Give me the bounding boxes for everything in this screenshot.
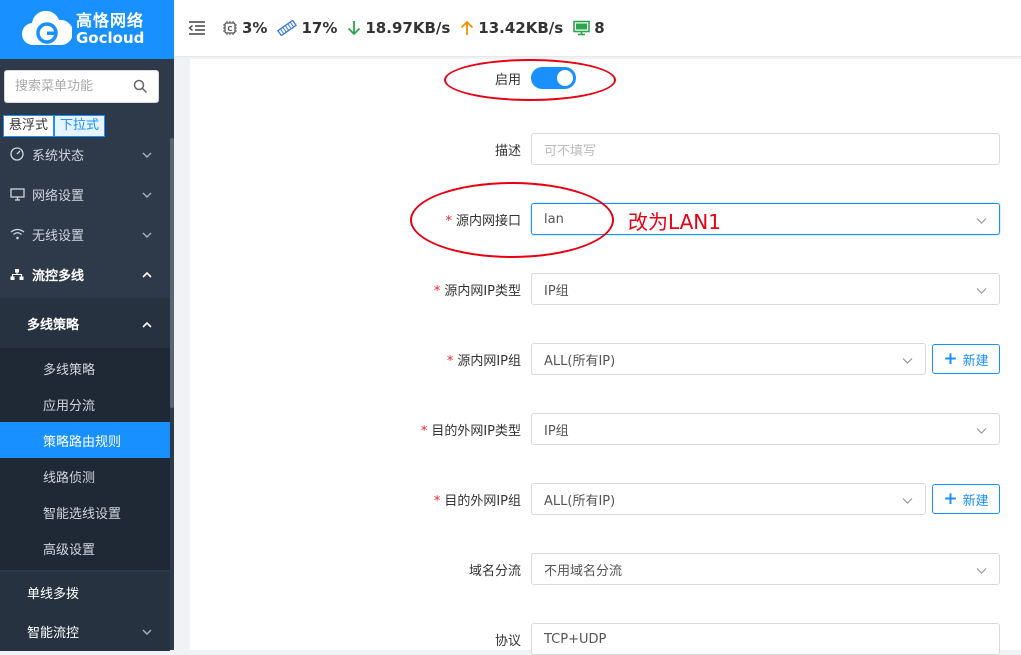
device-count: 8: [594, 19, 605, 37]
top-status-bar: C 3% 17% 18.97KB/s 13.42KB/s 8: [174, 0, 1021, 57]
domain-split-label: 域名分流: [468, 563, 521, 579]
sidebar-item-smart-flow[interactable]: 智能流控: [0, 611, 170, 651]
description-label: 描述: [494, 143, 521, 159]
source-ip-type-label: * 源内网IP类型: [433, 283, 521, 299]
devices-stat: 8: [573, 19, 605, 37]
cpu-stat: C 3%: [222, 19, 267, 37]
chevron-down-icon: [142, 148, 152, 163]
menu-search-box[interactable]: [4, 70, 159, 103]
source-ip-type-select[interactable]: IP组: [531, 273, 1000, 305]
chevron-down-icon: [902, 494, 913, 509]
dest-ip-type-select[interactable]: IP组: [531, 413, 1000, 445]
source-ip-group-label: * 源内网IP组: [446, 353, 521, 369]
brand-logo[interactable]: 高恪网络 Gocloud: [0, 0, 174, 59]
sidebar-item-label: 网络设置: [32, 188, 85, 204]
description-input[interactable]: 可不填写: [531, 133, 1000, 165]
sidebar-subitem-smart-line-select[interactable]: 智能选线设置: [0, 494, 170, 530]
dest-ip-group-label: * 目的外网IP组: [433, 493, 521, 509]
chevron-down-icon: [142, 188, 152, 203]
sidebar-item-flow-control[interactable]: 流控多线: [0, 254, 170, 294]
cpu-icon: C: [223, 21, 237, 35]
network-icon: [2, 268, 32, 281]
dest-ip-type-label: * 目的外网IP类型: [420, 423, 521, 439]
sidebar-subitem-multiline-policy[interactable]: 多线策略: [0, 350, 170, 386]
sidebar-item-system-status[interactable]: 系统状态: [0, 134, 170, 174]
form-row-domain-split: 域名分流 不用域名分流: [190, 553, 1021, 585]
new-dest-ip-group-button[interactable]: + 新建: [932, 484, 1000, 514]
sidebar-item-network-settings[interactable]: 网络设置: [0, 174, 170, 214]
memory-value: 17%: [301, 19, 338, 37]
chevron-up-icon: [142, 268, 152, 283]
policy-route-form: 启用 描述 可不填写 * 源内网接口 lan * 源内网IP类型 IP组 * 源内网I…: [190, 59, 1021, 655]
sidebar-subitem-advanced[interactable]: 高级设置: [0, 530, 170, 566]
chevron-down-icon: [142, 228, 152, 243]
dest-ip-group-select[interactable]: ALL(所有IP): [531, 483, 926, 515]
sidebar-submenu-multiline-policy[interactable]: 多线策略: [0, 298, 170, 348]
chevron-down-icon: [976, 214, 987, 229]
sidebar-item-single-line-multi-dial[interactable]: 单线多拨: [0, 572, 170, 612]
sidebar-subitem-policy-route-rules[interactable]: 策略路由规则: [0, 422, 170, 458]
chevron-down-icon: [976, 424, 987, 439]
upload-stat: 13.42KB/s: [460, 19, 563, 37]
svg-text:C: C: [227, 25, 232, 33]
form-row-dest-ip-type: * 目的外网IP类型 IP组: [190, 413, 1021, 445]
dashboard-icon: [2, 147, 32, 161]
form-row-dest-ip-group: * 目的外网IP组 ALL(所有IP) + 新建: [190, 483, 1021, 515]
sidebar-item-label: 流控多线: [32, 268, 85, 284]
sidebar-subitem-line-detection[interactable]: 线路侦测: [0, 458, 170, 494]
new-source-ip-group-button[interactable]: + 新建: [932, 344, 1000, 374]
arrow-down-icon: [348, 21, 361, 36]
upload-speed: 13.42KB/s: [478, 19, 564, 37]
plus-icon: +: [943, 349, 958, 369]
cpu-value: 3%: [242, 19, 268, 37]
form-row-source-ip-group: * 源内网IP组 ALL(所有IP) + 新建: [190, 343, 1021, 375]
menu-collapse-icon[interactable]: [188, 20, 206, 36]
protocol-label: 协议: [494, 633, 521, 649]
monitor-icon: [2, 187, 32, 201]
brand-name-cn: 高恪网络: [76, 11, 145, 30]
annotation-circle-interface: [410, 182, 614, 258]
form-row-protocol: 协议 TCP+UDP: [190, 623, 1021, 655]
sidebar-scrollbar[interactable]: [170, 138, 174, 408]
brand-name-en: Gocloud: [76, 29, 145, 47]
plus-icon: +: [943, 489, 958, 509]
sidebar-item-label: 无线设置: [32, 228, 85, 244]
memory-icon: [277, 20, 298, 36]
memory-stat: 17%: [277, 19, 337, 37]
sidebar-item-wireless-settings[interactable]: 无线设置: [0, 214, 170, 254]
form-row-description: 描述 可不填写: [190, 133, 1021, 165]
chevron-down-icon: [976, 564, 987, 579]
chevron-down-icon: [976, 284, 987, 299]
cloud-logo-icon: [21, 10, 74, 49]
download-stat: 18.97KB/s: [347, 19, 450, 37]
sidebar-subitem-app-split[interactable]: 应用分流: [0, 386, 170, 422]
form-row-source-ip-type: * 源内网IP类型 IP组: [190, 273, 1021, 305]
source-ip-group-select[interactable]: ALL(所有IP): [531, 343, 926, 375]
domain-split-select[interactable]: 不用域名分流: [531, 553, 1000, 585]
annotation-circle-enable: [444, 59, 616, 101]
menu-search-input[interactable]: [15, 79, 125, 94]
annotation-note: 改为LAN1: [628, 210, 721, 234]
sidebar-item-label: 系统状态: [32, 148, 85, 164]
download-speed: 18.97KB/s: [365, 19, 451, 37]
computer-icon: [573, 20, 591, 36]
chevron-up-icon: [142, 318, 152, 333]
sidebar: 高恪网络 Gocloud 悬浮式 下拉式 系统状态 网络设置 无线设置: [0, 0, 174, 651]
search-icon[interactable]: [133, 79, 148, 98]
arrow-up-icon: [461, 20, 474, 35]
chevron-down-icon: [142, 625, 152, 640]
wifi-icon: [2, 228, 32, 240]
protocol-select[interactable]: TCP+UDP: [531, 623, 1000, 655]
chevron-down-icon: [902, 354, 913, 369]
